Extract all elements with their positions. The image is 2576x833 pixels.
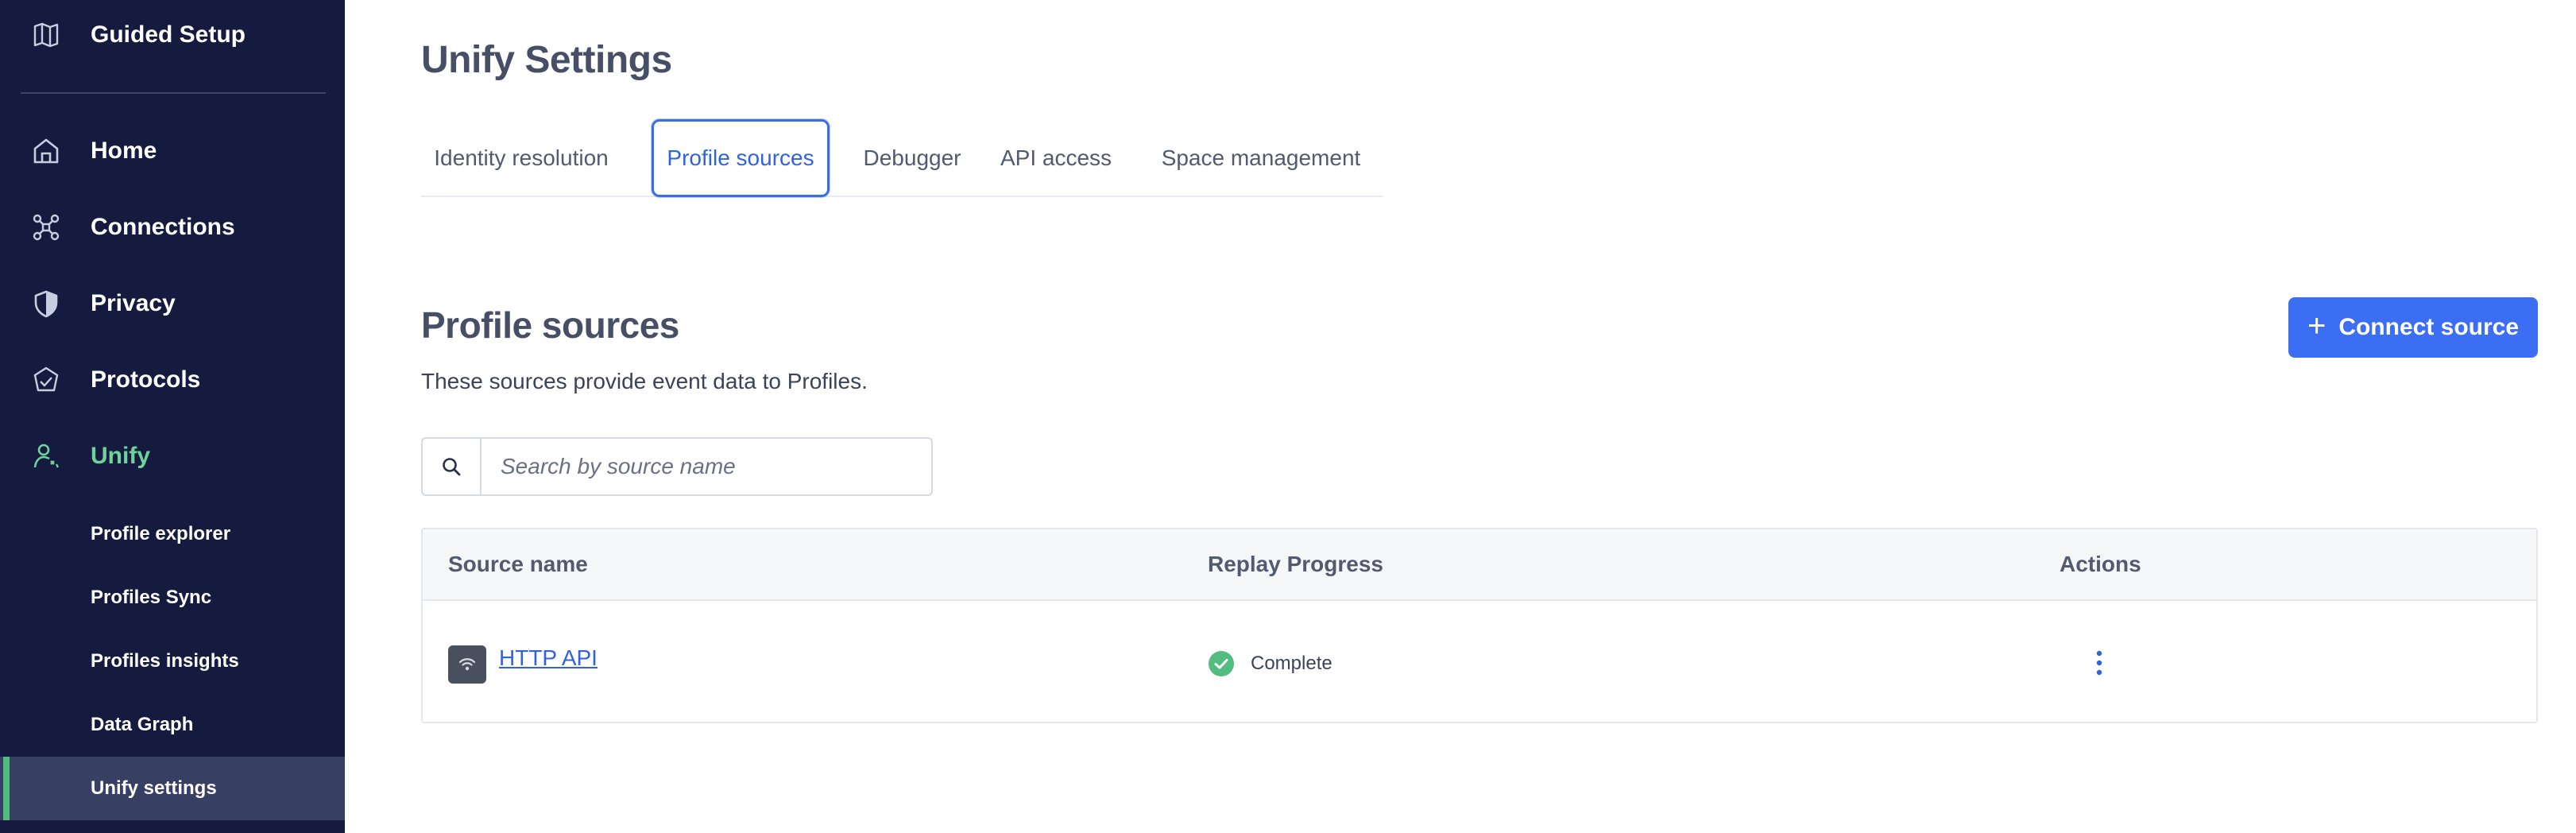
sidebar-subitem-data-graph[interactable]: Data Graph <box>0 693 345 757</box>
section-title: Profile sources <box>421 304 679 346</box>
column-header-source-name: Source name <box>448 552 588 576</box>
sidebar-subitem-label: Data Graph <box>91 714 194 735</box>
plus-icon: + <box>2307 308 2327 343</box>
sidebar-subitem-label: Unify settings <box>91 777 217 799</box>
tab-profile-sources[interactable]: Profile sources <box>652 119 830 197</box>
tab-debugger[interactable]: Debugger <box>852 119 973 197</box>
sidebar-item-label: Guided Setup <box>91 21 246 48</box>
sidebar-subitem-unify-settings[interactable]: Unify settings <box>0 757 345 820</box>
settings-tabs: Identity resolution Profile sources Debu… <box>421 116 1383 197</box>
section-description: These sources provide event data to Prof… <box>421 369 868 393</box>
sidebar-item-connections[interactable]: Connections <box>0 192 345 262</box>
sidebar: Guided Setup Home Connections Privacy Pr… <box>0 0 345 833</box>
sidebar-subitem-label: Profiles insights <box>91 650 239 672</box>
sidebar-item-label: Privacy <box>91 290 176 316</box>
more-vertical-icon <box>2096 650 2102 676</box>
sidebar-item-home[interactable]: Home <box>0 116 345 186</box>
sidebar-item-label: Protocols <box>91 366 201 393</box>
shield-icon <box>30 288 62 320</box>
sidebar-item-guided-setup[interactable]: Guided Setup <box>0 0 345 70</box>
sidebar-subitem-profiles-sync[interactable]: Profiles Sync <box>0 566 345 630</box>
connections-icon <box>30 211 62 243</box>
app: Guided Setup Home Connections Privacy Pr… <box>0 0 2576 833</box>
tab-api-access[interactable]: API access <box>993 119 1119 197</box>
main-content: Unify Settings Identity resolution Profi… <box>345 0 2576 833</box>
page-title: Unify Settings <box>421 39 672 81</box>
connect-source-label: Connect source <box>2338 314 2520 340</box>
tab-identity-resolution[interactable]: Identity resolution <box>421 119 621 197</box>
sidebar-item-protocols[interactable]: Protocols <box>0 345 345 415</box>
map-icon <box>30 19 62 51</box>
replay-status: Complete <box>1251 653 1332 674</box>
sidebar-item-unify[interactable]: Unify <box>0 421 345 491</box>
sidebar-subitem-profile-explorer[interactable]: Profile explorer <box>0 502 345 566</box>
row-actions-button[interactable] <box>2075 639 2123 687</box>
search-button[interactable] <box>423 439 482 494</box>
search-icon <box>443 458 461 476</box>
column-header-actions: Actions <box>2060 552 2141 576</box>
wifi-icon <box>448 645 486 684</box>
sidebar-subitem-label: Profile explorer <box>91 523 231 544</box>
column-header-replay-progress: Replay Progress <box>1208 552 1383 576</box>
sidebar-item-label: Home <box>91 138 157 164</box>
protocols-icon <box>30 364 62 396</box>
unify-icon <box>30 440 62 472</box>
sidebar-subitem-label: Profiles Sync <box>91 587 212 608</box>
sidebar-item-label: Unify <box>91 443 150 469</box>
search-input[interactable] <box>482 439 931 494</box>
check-circle-icon <box>1209 651 1234 676</box>
sidebar-item-privacy[interactable]: Privacy <box>0 269 345 339</box>
sidebar-divider <box>21 92 326 94</box>
sidebar-subitem-profiles-insights[interactable]: Profiles insights <box>0 630 345 693</box>
table-header: Source name Replay Progress Actions <box>423 529 2536 601</box>
sidebar-item-label: Connections <box>91 214 235 240</box>
tab-space-management[interactable]: Space management <box>1139 119 1383 197</box>
connect-source-button[interactable]: + Connect source <box>2288 297 2538 358</box>
search-box <box>421 437 933 496</box>
table-row: HTTP API Complete <box>423 602 2536 722</box>
source-name-link[interactable]: HTTP API <box>499 644 598 672</box>
sources-table: Source name Replay Progress Actions HTTP… <box>421 528 2538 723</box>
home-icon <box>30 135 62 167</box>
